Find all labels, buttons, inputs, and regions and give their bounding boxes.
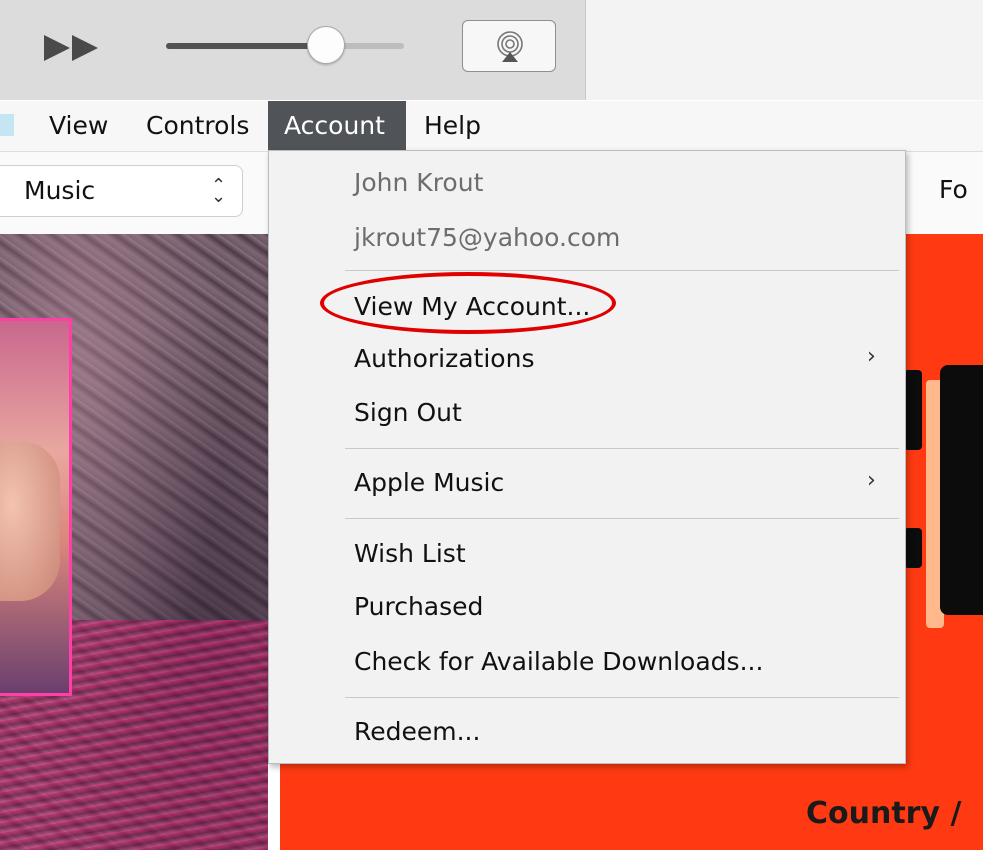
menu-view[interactable]: View (33, 101, 124, 151)
wish-list-item[interactable]: Wish List (354, 539, 466, 568)
airplay-button[interactable] (462, 20, 556, 72)
menu-account[interactable]: Account (268, 101, 406, 151)
banner-graphic-bar-small (904, 528, 922, 568)
account-user-email: jkrout75@yahoo.com (354, 223, 621, 252)
menu-bar: View Controls Account Help (0, 101, 983, 152)
chevron-right-icon: › (867, 344, 876, 369)
media-type-select[interactable]: Music ⌃ ⌄ (0, 165, 243, 217)
menu-separator (345, 448, 899, 449)
menu-controls[interactable]: Controls (130, 101, 265, 151)
menu-separator (345, 518, 899, 519)
fast-forward-icon[interactable] (44, 35, 100, 61)
menu-bar-stub (0, 114, 14, 136)
volume-fill (166, 43, 326, 49)
volume-knob[interactable] (307, 26, 346, 64)
authorizations-item[interactable]: Authorizations (354, 344, 534, 373)
menu-help[interactable]: Help (408, 101, 497, 151)
playback-controls (0, 0, 586, 100)
media-type-label: Music (24, 176, 96, 205)
menu-separator (345, 270, 899, 271)
sign-out-item[interactable]: Sign Out (354, 398, 462, 427)
album-photo-face (0, 441, 60, 601)
store-nav-label[interactable]: Fo (939, 165, 968, 215)
menu-separator (345, 697, 899, 698)
banner-graphic-panel (940, 365, 983, 615)
album-photo[interactable] (0, 318, 72, 696)
volume-slider[interactable] (166, 43, 404, 49)
chevron-right-icon: › (867, 468, 876, 493)
up-down-chevron-icon: ⌃ ⌄ (211, 175, 227, 207)
airplay-icon (497, 31, 523, 62)
account-user-name: John Krout (354, 168, 484, 197)
banner-graphic-bar (904, 370, 922, 450)
purchased-item[interactable]: Purchased (354, 592, 483, 621)
highlight-circle (320, 272, 616, 334)
account-menu: John Krout jkrout75@yahoo.com View My Ac… (268, 150, 906, 764)
check-downloads-item[interactable]: Check for Available Downloads... (354, 647, 763, 676)
apple-music-item[interactable]: Apple Music (354, 468, 504, 497)
redeem-item[interactable]: Redeem... (354, 717, 480, 746)
player-toolbar (0, 0, 983, 100)
banner-title: Country / (806, 796, 962, 831)
